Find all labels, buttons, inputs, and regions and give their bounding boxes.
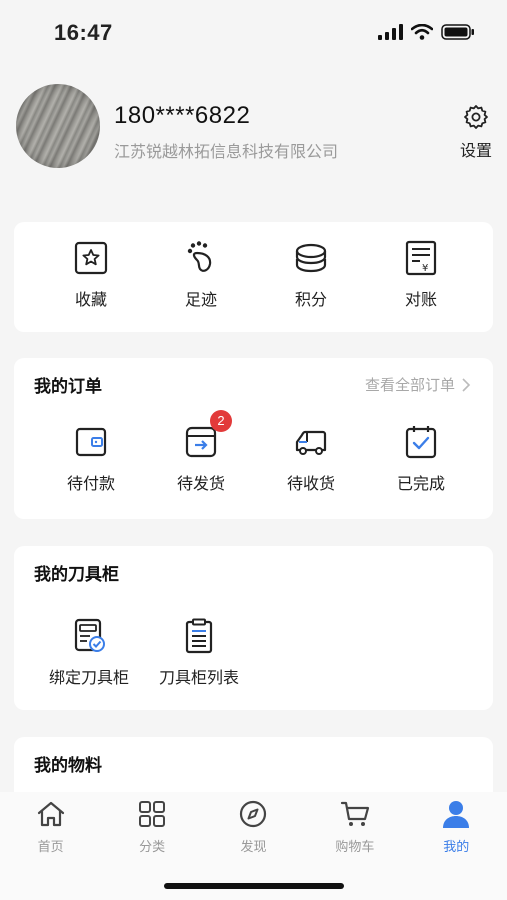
order-status-label: 待付款	[66, 476, 115, 493]
avatar[interactable]	[16, 84, 100, 168]
quick-action-favorites[interactable]: 收藏	[36, 240, 146, 310]
coins-icon	[295, 243, 327, 273]
quick-action-footprints[interactable]: 足迹	[146, 240, 256, 310]
tab-mine[interactable]: 我的	[406, 800, 507, 855]
order-count-badge: 2	[210, 410, 232, 432]
order-status-completed[interactable]: 已完成	[366, 424, 476, 494]
battery-icon	[441, 24, 474, 40]
quick-action-label: 足迹	[184, 292, 217, 309]
view-all-orders-label: 查看全部订单	[364, 377, 455, 394]
gear-icon	[464, 105, 488, 129]
quick-action-label: 收藏	[74, 292, 107, 309]
cabinet-card: 我的刀具柜 绑定刀具柜 刀具柜列表	[14, 546, 493, 710]
tab-label: 分类	[139, 839, 166, 854]
person-icon	[443, 801, 470, 828]
settings-button[interactable]: 设置	[456, 104, 496, 161]
truck-icon	[295, 430, 327, 455]
quick-action-statement[interactable]: ¥ 对账	[366, 240, 476, 310]
tab-discover[interactable]: 发现	[203, 800, 304, 855]
tab-home[interactable]: 首页	[0, 800, 101, 855]
cabinet-list-icon	[185, 618, 213, 654]
user-phone: 180****6822	[114, 102, 251, 129]
cabinet-action-label: 绑定刀具柜	[48, 670, 129, 687]
home-icon	[37, 801, 64, 827]
wifi-icon	[411, 24, 433, 40]
materials-title: 我的物料	[34, 756, 102, 775]
quick-action-label: 对账	[404, 292, 437, 309]
quick-action-label: 积分	[294, 292, 327, 309]
tab-label: 购物车	[335, 839, 375, 854]
home-indicator	[164, 883, 344, 889]
order-status-pending-shipment[interactable]: 2 待发货	[146, 410, 256, 494]
wallet-icon	[75, 427, 107, 457]
order-status-pending-payment[interactable]: 待付款	[36, 424, 146, 494]
compass-icon	[240, 800, 267, 828]
order-status-pending-receipt[interactable]: 待收货	[256, 424, 366, 494]
order-status-label: 已完成	[396, 476, 445, 493]
cabinet-title: 我的刀具柜	[34, 565, 119, 584]
status-bar: 16:47	[0, 0, 507, 62]
signal-icon	[378, 24, 403, 40]
star-box-icon	[74, 241, 108, 275]
order-status-label: 待收货	[286, 476, 335, 493]
svg-text:¥: ¥	[422, 263, 428, 274]
calendar-check-icon	[405, 426, 437, 459]
grid-icon	[139, 801, 166, 827]
tab-label: 发现	[240, 839, 267, 854]
orders-card: 我的订单 查看全部订单 待付款 2 待发货 待收货 已完成	[14, 358, 493, 519]
bottom-tab-bar: 首页 分类 发现 购物车 我的	[0, 792, 507, 900]
tab-cart[interactable]: 购物车	[304, 800, 405, 855]
tab-category[interactable]: 分类	[102, 800, 203, 855]
user-company: 江苏锐越林拓信息科技有限公司	[114, 144, 339, 161]
view-all-orders-link[interactable]: 查看全部订单	[365, 374, 471, 395]
orders-title: 我的订单	[34, 377, 102, 396]
bind-cabinet-button[interactable]: 绑定刀具柜	[34, 618, 144, 688]
cart-icon	[340, 801, 369, 826]
tab-label: 首页	[37, 839, 64, 854]
cabinet-list-button[interactable]: 刀具柜列表	[144, 618, 254, 688]
quick-action-points[interactable]: 积分	[256, 240, 366, 310]
quick-actions-card: 收藏 足迹 积分 ¥ 对账	[14, 222, 493, 332]
status-icons	[377, 24, 475, 40]
chevron-right-icon	[462, 377, 471, 392]
profile-header: 180****6822 江苏锐越林拓信息科技有限公司 设置	[0, 80, 507, 180]
order-status-label: 待发货	[176, 476, 225, 493]
status-time: 16:47	[54, 20, 113, 45]
cabinet-action-label: 刀具柜列表	[158, 670, 239, 687]
settings-label: 设置	[459, 143, 492, 160]
bind-cabinet-icon	[74, 618, 105, 652]
footprint-icon	[187, 241, 212, 272]
statement-icon: ¥	[405, 240, 437, 276]
tab-label: 我的	[443, 839, 470, 854]
